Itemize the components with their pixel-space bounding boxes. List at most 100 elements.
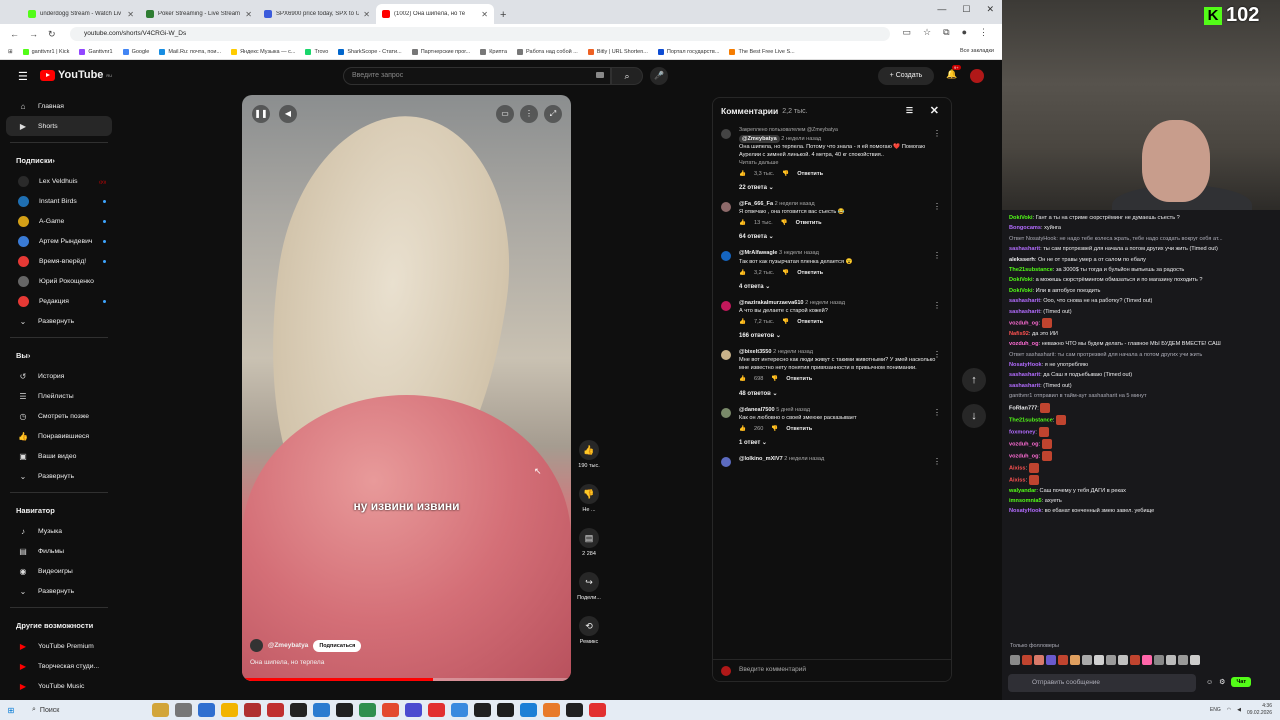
remix-button[interactable]: ⟲ Ремикс (570, 616, 608, 660)
emote-icon[interactable] (1106, 655, 1116, 665)
taskbar-app-icon[interactable] (244, 703, 261, 717)
sidebar-item[interactable]: ▶ YouTube Music (0, 676, 118, 696)
reply-button[interactable]: Ответить (796, 219, 822, 227)
thumbs-up-icon[interactable]: 👍 (739, 219, 746, 227)
comment-author[interactable]: @MrAlfawagle (739, 250, 777, 256)
sidebar-item[interactable]: ▤ Фильмы (0, 541, 118, 561)
sidebar-item[interactable]: ▶ YouTube Premium (0, 636, 118, 656)
chat-username[interactable]: imnsomnia5 (1009, 498, 1042, 504)
taskbar-app-icon[interactable] (428, 703, 445, 717)
taskbar-app-icon[interactable] (474, 703, 491, 717)
emote-icon[interactable] (1070, 655, 1080, 665)
sidebar-item[interactable]: 👍 Понравившиеся (0, 426, 118, 446)
taskbar-app-icon[interactable] (359, 703, 376, 717)
previous-short-button[interactable]: ↑ (962, 368, 986, 392)
channel-avatar[interactable] (250, 639, 263, 652)
sidebar-item[interactable]: ♪ Музыка (0, 521, 118, 541)
chat-username[interactable]: foxmoney (1009, 429, 1035, 435)
taskbar-app-icon[interactable] (221, 703, 238, 717)
tab-close-icon[interactable]: ✕ (245, 10, 252, 19)
replies-toggle[interactable]: 4 ответа ⌄ (713, 279, 951, 296)
sort-icon[interactable]: ☰ (906, 106, 913, 115)
bookmark-item[interactable]: Крипта (480, 48, 507, 55)
emote-icon[interactable] (1178, 655, 1188, 665)
reply-button[interactable]: Ответить (797, 318, 823, 326)
chat-input[interactable]: Отправить сообщение (1008, 674, 1196, 692)
search-button[interactable]: ⌕ (611, 67, 643, 85)
comment-more-icon[interactable]: ⋮ (933, 456, 941, 468)
profile-icon[interactable]: ● (962, 27, 967, 38)
subscriptions-heading[interactable]: Подписки › (0, 149, 118, 171)
bookmark-item[interactable]: Mail.Ru: почта, пои... (159, 48, 221, 55)
taskbar-app-icon[interactable] (451, 703, 468, 717)
sidebar-item[interactable]: ▶ Shorts (6, 116, 112, 136)
captions-button[interactable]: ▭ (496, 105, 514, 123)
comment-author[interactable]: @Fa_666_Fa (739, 201, 773, 207)
bookmark-item[interactable]: Bitly | URL Shorten... (587, 48, 648, 55)
thumbs-up-icon[interactable]: 👍 (739, 170, 746, 178)
wifi-icon[interactable]: ◠ (1227, 707, 1231, 713)
bookmark-item[interactable]: Яндекс Музыка — с... (231, 48, 295, 55)
reply-button[interactable]: Ответить (786, 375, 812, 383)
more-options-button[interactable]: ⋮ (520, 105, 538, 123)
taskbar-app-icon[interactable] (267, 703, 284, 717)
sidebar-item[interactable]: Instant Birds (0, 191, 118, 211)
dislike-button[interactable]: 👎 Не ... (570, 484, 608, 528)
comment-avatar[interactable] (721, 300, 731, 311)
share-button[interactable]: ↪ Подели... (570, 572, 608, 616)
chat-send-button[interactable]: Чат (1231, 677, 1252, 687)
subscribe-button[interactable]: Подписаться (313, 639, 362, 652)
sidebar-item[interactable]: ◷ Смотреть позже (0, 406, 118, 426)
taskbar-app-icon[interactable] (589, 703, 606, 717)
video-title[interactable]: Она шипела, но терпела (250, 659, 324, 666)
comment-more-icon[interactable]: ⋮ (933, 250, 941, 262)
taskbar-search[interactable]: ⌕ Поиск (22, 703, 132, 717)
comment-more-icon[interactable]: ⋮ (933, 349, 941, 361)
windows-start-icon[interactable]: ⊞ (0, 706, 22, 715)
comment-avatar[interactable] (721, 350, 731, 361)
bookmark-item[interactable]: SharkScope - Стати... (338, 48, 402, 55)
taskbar-app-icon[interactable] (543, 703, 560, 717)
thumbs-down-icon[interactable]: 👎 (781, 219, 788, 227)
fullscreen-button[interactable]: ⤢ (544, 105, 562, 123)
sidebar-item[interactable]: ▣ Ваши видео (0, 446, 118, 466)
thumbs-down-icon[interactable]: 👎 (771, 425, 778, 433)
bookmark-item[interactable]: ganttvnr1 | Kick (22, 48, 69, 55)
emote-picker-icon[interactable]: ☺ (1206, 679, 1213, 686)
sidebar-item[interactable]: ▶ Творческая студи... (0, 656, 118, 676)
channel-name[interactable]: @Zmeybatya (268, 642, 308, 649)
shorts-video[interactable]: ❚❚ ◀ ▭ ⋮ ⤢ ну извини извини @Zmeybatya П… (242, 95, 571, 681)
tab-close-icon[interactable]: ✕ (481, 10, 488, 19)
menu-icon[interactable]: ⋮ (979, 27, 988, 38)
comments-button[interactable]: ▤ 2 284 (570, 528, 608, 572)
comment-more-icon[interactable]: ⋮ (933, 201, 941, 213)
cast-icon[interactable]: ▭ (903, 27, 912, 38)
tab-close-icon[interactable]: ✕ (127, 10, 134, 19)
replies-toggle[interactable]: 1 ответ ⌄ (713, 435, 951, 452)
chat-username[interactable]: Aixiss (1009, 477, 1025, 483)
browser-tab[interactable]: Poker Streaming - Live Stream ✕ (140, 4, 258, 24)
emote-icon[interactable] (1058, 655, 1068, 665)
sidebar-item[interactable]: A-Game (0, 211, 118, 231)
sidebar-item[interactable]: ⌂ Главная (0, 96, 118, 116)
mic-button[interactable]: 🎤 (650, 67, 668, 85)
taskbar-app-icon[interactable] (566, 703, 583, 717)
taskbar-app-icon[interactable] (290, 703, 307, 717)
comment-author[interactable]: @Zmeybatya (739, 134, 780, 143)
comment-more-icon[interactable]: ⋮ (933, 407, 941, 419)
video-progress[interactable] (242, 678, 571, 681)
chat-username[interactable]: Bongocams (1009, 225, 1041, 231)
sidebar-item[interactable]: Время-вперёд! (0, 251, 118, 271)
sidebar-item[interactable]: ◉ Видеоигры (0, 561, 118, 581)
sidebar-item[interactable]: Lex Veldhuis ((•)) (0, 171, 118, 191)
bookmark-item[interactable]: The Best Free Live S... (729, 48, 795, 55)
forward-icon[interactable]: → (29, 29, 38, 39)
settings-icon[interactable]: ⚙ (1219, 678, 1225, 686)
reload-icon[interactable]: ↻ (48, 29, 56, 40)
like-button[interactable]: 👍 190 тыс. (570, 440, 608, 484)
reply-button[interactable]: Ответить (797, 170, 823, 178)
bookmark-item[interactable]: Ganttvnr1 (79, 48, 113, 55)
extensions-icon[interactable]: ⧉ (943, 27, 949, 38)
reply-button[interactable]: Ответить (786, 425, 812, 433)
comment-avatar[interactable] (721, 456, 731, 467)
